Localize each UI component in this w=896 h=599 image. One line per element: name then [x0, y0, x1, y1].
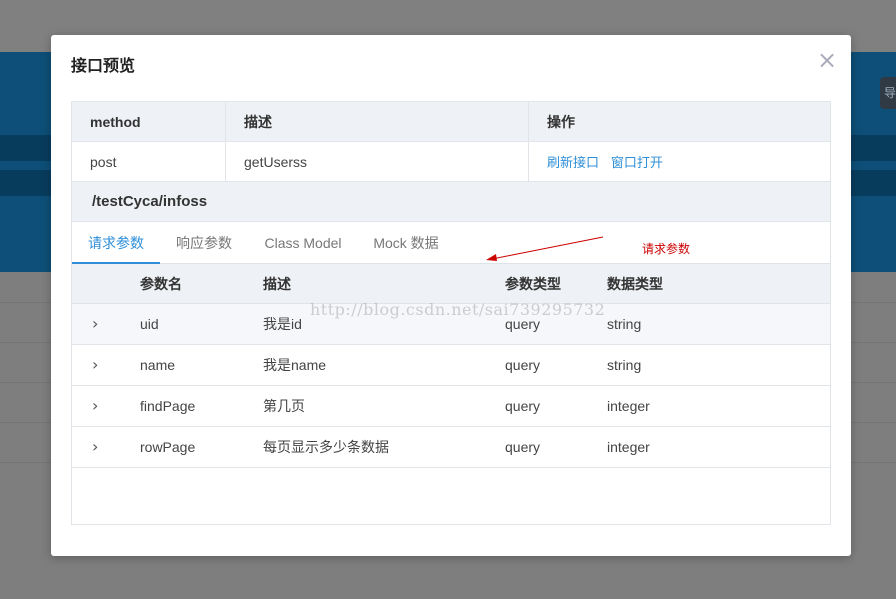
api-preview-modal: 接口预览 × method 描述 操作 post getUserss 刷新接口 … [51, 35, 851, 556]
param-type: query [505, 398, 541, 414]
param-description: 第几页 [263, 398, 305, 414]
param-type: query [505, 316, 541, 332]
data-type: integer [607, 398, 650, 414]
expand-chevron-icon[interactable]: › [92, 345, 112, 385]
params-table-header: 参数名 描述 参数类型 数据类型 [72, 264, 830, 304]
param-type: query [505, 357, 541, 373]
param-description: 我是id [263, 316, 302, 332]
tab-mock-data[interactable]: Mock 数据 [368, 222, 444, 264]
api-panel: method 描述 操作 post getUserss 刷新接口 窗口打开 /t… [71, 101, 831, 525]
table-row[interactable]: › rowPage 每页显示多少条数据 query integer [72, 427, 830, 468]
close-icon[interactable]: × [817, 48, 837, 72]
table-row[interactable]: › uid 我是id query string [72, 304, 830, 345]
param-type: query [505, 439, 541, 455]
expand-chevron-icon[interactable]: › [92, 427, 112, 467]
actions-cell: 刷新接口 窗口打开 [529, 142, 830, 182]
description-value: getUserss [226, 142, 529, 182]
param-description: 我是name [263, 357, 327, 373]
side-button[interactable]: 导 [880, 77, 896, 109]
open-window-link[interactable]: 窗口打开 [611, 155, 663, 170]
tab-response-params[interactable]: 响应参数 [168, 222, 240, 264]
header-param-name: 参数名 [140, 276, 182, 292]
tab-bar: 请求参数 响应参数 Class Model Mock 数据 请求参数 [72, 222, 830, 264]
data-type: string [607, 357, 642, 373]
header-method: method [72, 102, 226, 142]
info-table-header: method 描述 操作 [72, 102, 830, 142]
header-param-type: 参数类型 [505, 276, 561, 292]
param-name: name [140, 357, 176, 373]
data-type: integer [607, 439, 650, 455]
param-name: rowPage [140, 439, 196, 455]
param-name: uid [140, 316, 159, 332]
method-value: post [72, 142, 226, 182]
api-path: /testCyca/infoss [72, 182, 830, 222]
expand-chevron-icon[interactable]: › [92, 386, 112, 426]
tab-class-model[interactable]: Class Model [256, 222, 350, 264]
annotation-arrow [486, 236, 604, 261]
param-name: findPage [140, 398, 196, 414]
header-param-description: 描述 [263, 276, 291, 292]
tab-request-params[interactable]: 请求参数 [72, 222, 160, 264]
annotation-label: 请求参数 [642, 242, 691, 256]
header-data-type: 数据类型 [607, 276, 663, 292]
modal-title: 接口预览 [71, 56, 136, 75]
table-row[interactable]: › findPage 第几页 query integer [72, 386, 830, 427]
data-type: string [607, 316, 642, 332]
table-row[interactable]: › name 我是name query string [72, 345, 830, 386]
info-table-row: post getUserss 刷新接口 窗口打开 [72, 142, 830, 182]
expand-chevron-icon[interactable]: › [92, 304, 112, 344]
refresh-api-link[interactable]: 刷新接口 [547, 155, 599, 170]
param-description: 每页显示多少条数据 [263, 439, 389, 455]
header-description: 描述 [226, 102, 529, 142]
header-actions: 操作 [547, 114, 575, 130]
